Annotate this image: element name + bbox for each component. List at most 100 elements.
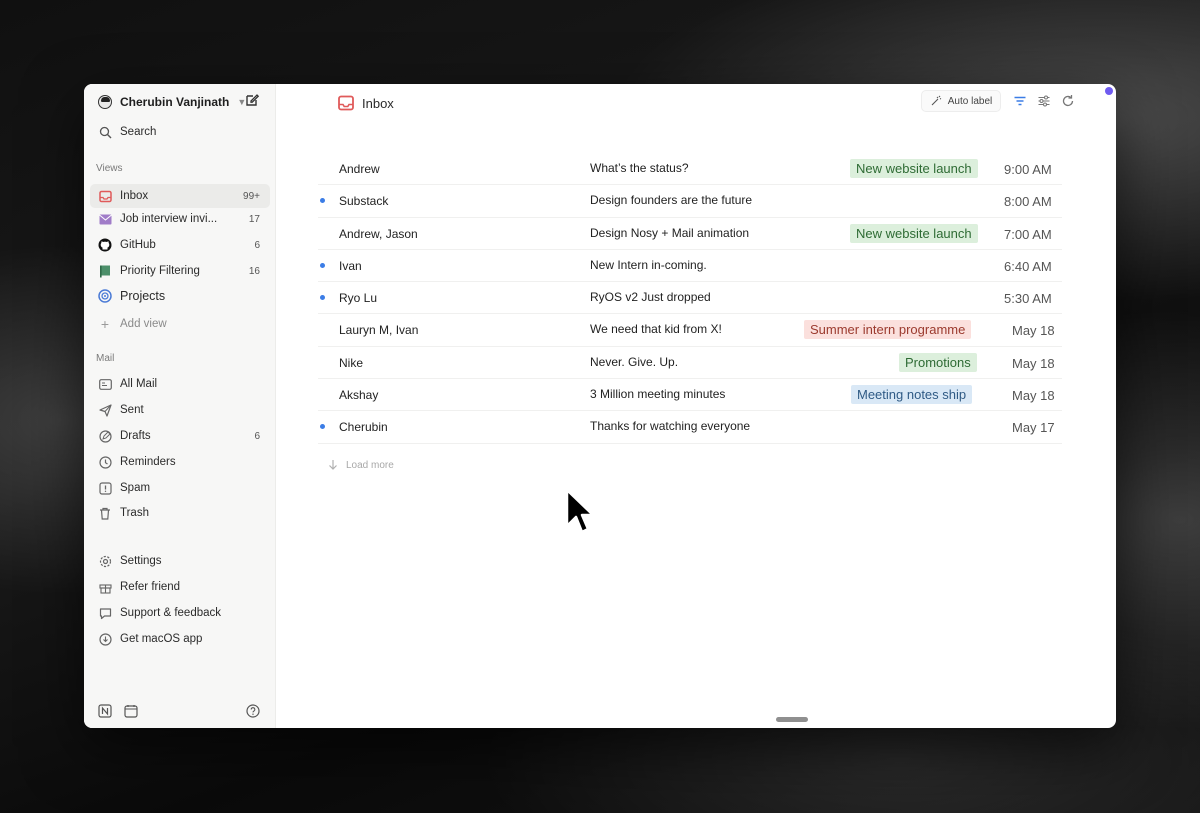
email-sender: Andrew, Jason [339, 226, 418, 241]
trash-icon [98, 506, 112, 520]
notion-icon[interactable] [98, 704, 112, 718]
sidebar-item-label: Support & feedback [120, 607, 222, 619]
email-row[interactable]: Andrew What’s the status? New website laun… [318, 153, 1062, 186]
views-section-label: Views [96, 163, 123, 174]
auto-label-button[interactable]: Auto label [921, 90, 1001, 112]
sidebar-item-refer-friend[interactable]: Refer friend [90, 575, 270, 599]
email-sender: Akshay [339, 388, 379, 403]
sidebar-item-drafts[interactable]: Drafts 6 [90, 424, 270, 448]
sidebar-item-inbox[interactable]: Inbox 99+ [90, 184, 270, 208]
sidebar-item-github[interactable]: GitHub 6 [90, 233, 270, 257]
page-title: Inbox [338, 95, 394, 111]
sidebar: Cherubin Vanjinath ▼ Search Views Inbox … [84, 84, 276, 728]
unread-count: 99+ [243, 190, 260, 202]
add-view-label: Add view [120, 318, 167, 330]
sidebar-item-label: Inbox [120, 190, 149, 202]
email-sender: Nike [339, 355, 364, 370]
sidebar-item-label: Get macOS app [120, 633, 203, 645]
auto-label-text: Auto label [947, 95, 993, 107]
arrow-down-icon [329, 460, 337, 470]
mail-section-label: Mail [96, 353, 115, 364]
email-time: 8:00 AM [1004, 194, 1052, 210]
target-icon [98, 289, 112, 303]
email-time: May 18 [1012, 388, 1055, 404]
email-row[interactable]: Nike Never. Give. Up. Promotions May 18 [318, 347, 1062, 380]
load-more-button[interactable]: Load more [328, 459, 394, 471]
spam-icon [98, 481, 112, 495]
email-time: May 18 [1012, 355, 1055, 371]
chat-bubble-icon [98, 606, 112, 620]
email-sender: Cherubin [339, 420, 388, 435]
search-button[interactable]: Search [90, 120, 270, 144]
email-label-tag[interactable]: Summer intern programme [804, 320, 972, 340]
email-row[interactable]: Substack Design founders are the future 8:… [318, 185, 1062, 218]
sidebar-item-support[interactable]: Support & feedback [90, 601, 270, 625]
email-label-tag[interactable]: Meeting notes ship [851, 385, 973, 405]
status-indicator [1105, 87, 1113, 95]
sidebar-item-label: Trash [120, 507, 149, 519]
email-time: 9:00 AM [1004, 162, 1052, 177]
help-icon[interactable] [246, 704, 260, 718]
email-list: Andrew What’s the status? New website laun… [318, 153, 1062, 444]
sidebar-item-trash[interactable]: Trash [90, 501, 270, 525]
compose-icon[interactable] [244, 92, 260, 108]
sidebar-item-label: Spam [120, 482, 151, 494]
sidebar-item-priority-filtering[interactable]: Priority Filtering 16 [90, 259, 270, 283]
email-time: 7:00 AM [1004, 226, 1052, 242]
github-icon [98, 238, 112, 252]
unread-count: 6 [254, 239, 260, 251]
filter-icon[interactable] [1013, 94, 1027, 108]
avatar [98, 95, 112, 109]
email-time: 5:30 AM [1004, 291, 1052, 307]
sidebar-item-projects[interactable]: Projects [90, 284, 270, 308]
unread-dot [320, 262, 325, 268]
email-subject: Design founders are the future [590, 193, 753, 208]
email-sender: Andrew [339, 162, 380, 176]
refresh-icon[interactable] [1061, 94, 1075, 108]
email-row[interactable]: Ivan New Intern in-coming. 6:40 AM [318, 250, 1062, 283]
email-sender: Lauryn M, Ivan [339, 323, 419, 338]
sidebar-item-label: Reminders [120, 456, 176, 468]
unread-count: 16 [248, 265, 260, 277]
email-label-tag[interactable]: New website launch [850, 223, 978, 243]
sidebar-item-label: Settings [120, 555, 162, 567]
sidebar-item-label: Sent [120, 404, 144, 416]
email-sender: Ivan [339, 258, 362, 273]
scroll-handle[interactable] [776, 717, 808, 722]
load-more-text: Load more [346, 459, 394, 471]
email-subject: Design Nosy + Mail animation [590, 225, 750, 240]
sidebar-item-reminders[interactable]: Reminders [90, 450, 270, 474]
email-sender: Substack [339, 194, 389, 209]
email-subject: Thanks for watching everyone [590, 419, 751, 434]
page-title-text: Inbox [362, 95, 394, 111]
gift-icon [98, 580, 112, 594]
email-label-tag[interactable]: Promotions [899, 352, 977, 372]
clock-icon [98, 455, 112, 469]
email-row[interactable]: Ryo Lu RyOS v2 Just dropped 5:30 AM [318, 282, 1062, 315]
email-subject: What’s the status? [590, 161, 689, 175]
unread-count: 17 [248, 213, 260, 225]
email-row[interactable]: Andrew, Jason Design Nosy + Mail animatio… [318, 218, 1062, 250]
email-time: May 18 [1012, 323, 1055, 339]
sidebar-item-job-interview[interactable]: Job interview invi... 17 [90, 207, 270, 231]
sidebar-item-sent[interactable]: Sent [90, 398, 270, 422]
sidebar-item-all-mail[interactable]: All Mail [90, 372, 270, 396]
sidebar-item-label: GitHub [120, 239, 156, 251]
email-row[interactable]: Akshay 3 Million meeting minutes Meeting n… [318, 379, 1062, 412]
paper-plane-icon [98, 403, 112, 417]
envelope-icon [98, 212, 112, 226]
sidebar-item-spam[interactable]: Spam [90, 476, 270, 500]
sidebar-item-settings[interactable]: Settings [90, 549, 270, 573]
mouse-cursor-icon [565, 488, 595, 534]
sidebar-item-get-macos-app[interactable]: Get macOS app [90, 627, 270, 651]
email-label-tag[interactable]: New website launch [850, 159, 978, 178]
email-row[interactable]: Cherubin Thanks for watching everyone May … [318, 411, 1062, 444]
add-view-button[interactable]: + Add view [90, 312, 270, 336]
mail-app-window: Cherubin Vanjinath ▼ Search Views Inbox … [84, 84, 1116, 728]
sliders-icon[interactable] [1037, 94, 1051, 108]
email-row[interactable]: Lauryn M, Ivan We need that kid from X! Su… [318, 314, 1062, 347]
calendar-icon[interactable] [124, 704, 138, 718]
email-sender: Ryo Lu [339, 291, 378, 306]
sidebar-item-label: Priority Filtering [120, 265, 200, 277]
account-switcher[interactable]: Cherubin Vanjinath ▼ [98, 92, 268, 112]
